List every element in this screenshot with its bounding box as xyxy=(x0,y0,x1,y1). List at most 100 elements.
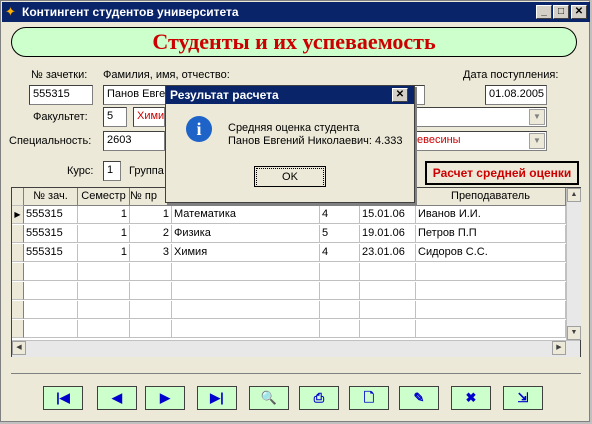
table-cell-subject[interactable] xyxy=(172,320,320,338)
table-cell-date[interactable] xyxy=(360,301,416,319)
specialty-field[interactable]: евесины xyxy=(413,131,547,151)
table-cell-sem[interactable] xyxy=(78,282,130,300)
course-field[interactable]: 1 xyxy=(103,161,121,181)
table-cell-num[interactable] xyxy=(130,263,172,281)
dialog-title-bar[interactable]: Результат расчета ✕ xyxy=(166,86,414,104)
close-button[interactable]: ✕ xyxy=(571,5,587,19)
table-cell-subject[interactable]: Химия xyxy=(172,244,320,262)
table-cell-grade[interactable] xyxy=(320,320,360,338)
table-cell-teacher[interactable] xyxy=(416,301,566,319)
table-cell-sem[interactable] xyxy=(78,263,130,281)
grades-table[interactable]: № зач. Семестр № пр Преподаватель ▶ 55531… xyxy=(11,187,581,357)
table-cell-zach[interactable] xyxy=(24,320,78,338)
faculty-code-field[interactable]: 5 xyxy=(103,107,127,127)
column-header-zach[interactable]: № зач. xyxy=(24,188,78,206)
course-label: Курс: xyxy=(67,165,94,177)
table-cell-zach[interactable]: 555315 xyxy=(24,225,78,243)
title-bar[interactable]: ✦ Контингент студентов университета _ □ … xyxy=(2,2,590,22)
table-cell-teacher[interactable] xyxy=(416,282,566,300)
minimize-button[interactable]: _ xyxy=(536,5,552,19)
faculty-dropdown-arrow-icon[interactable]: ▼ xyxy=(529,109,545,125)
search-icon: 🔍 xyxy=(260,390,278,405)
record-label: № зачетки: xyxy=(31,69,88,81)
table-cell-num[interactable] xyxy=(130,301,172,319)
table-cell-subject[interactable] xyxy=(172,263,320,281)
table-cell-teacher[interactable]: Иванов И.И. xyxy=(416,206,566,224)
table-cell-sem[interactable] xyxy=(78,320,130,338)
row-indicator[interactable] xyxy=(12,263,24,281)
table-cell-sem[interactable]: 1 xyxy=(78,206,130,224)
print-icon: ⎙ xyxy=(313,390,325,405)
table-cell-subject[interactable] xyxy=(172,301,320,319)
table-cell-sem[interactable]: 1 xyxy=(78,225,130,243)
table-cell-grade[interactable] xyxy=(320,301,360,319)
table-cell-grade[interactable]: 4 xyxy=(320,206,360,224)
last-record-button[interactable]: ▶| xyxy=(197,386,237,410)
row-indicator[interactable] xyxy=(12,225,24,243)
table-cell-zach[interactable]: 555315 xyxy=(24,206,78,224)
calc-average-button[interactable]: Расчет средней оценки xyxy=(425,161,579,185)
table-cell-teacher[interactable] xyxy=(416,320,566,338)
table-cell-subject[interactable] xyxy=(172,282,320,300)
scroll-down-icon[interactable]: ▼ xyxy=(567,326,581,340)
table-cell-date[interactable] xyxy=(360,263,416,281)
table-cell-zach[interactable] xyxy=(24,282,78,300)
ok-button[interactable]: OK xyxy=(254,166,326,187)
table-cell-subject[interactable]: Математика xyxy=(172,206,320,224)
horizontal-scrollbar[interactable]: ◀ ▶ xyxy=(12,340,580,357)
table-cell-date[interactable] xyxy=(360,282,416,300)
table-cell-subject[interactable]: Физика xyxy=(172,225,320,243)
table-cell-grade[interactable]: 5 xyxy=(320,225,360,243)
next-record-button[interactable]: ▶ xyxy=(145,386,185,410)
table-cell-grade[interactable] xyxy=(320,263,360,281)
row-indicator[interactable] xyxy=(12,282,24,300)
name-field[interactable]: Панов Евге xyxy=(103,85,167,105)
table-cell-teacher[interactable]: Петров П.П xyxy=(416,225,566,243)
edit-button[interactable]: ✎ xyxy=(399,386,439,410)
table-cell-date[interactable]: 19.01.06 xyxy=(360,225,416,243)
faculty-field[interactable]: Хими xyxy=(133,107,165,127)
search-button[interactable]: 🔍 xyxy=(249,386,289,410)
table-cell-zach[interactable]: 555315 xyxy=(24,244,78,262)
dialog-close-button[interactable]: ✕ xyxy=(392,88,408,102)
table-cell-num[interactable]: 2 xyxy=(130,225,172,243)
table-cell-sem[interactable] xyxy=(78,301,130,319)
previous-record-button[interactable]: ◀ xyxy=(97,386,137,410)
specialty-dropdown-arrow-icon[interactable]: ▼ xyxy=(529,133,545,149)
table-cell-zach[interactable] xyxy=(24,263,78,281)
record-field[interactable]: 555315 xyxy=(29,85,93,105)
table-cell-num[interactable]: 1 xyxy=(130,206,172,224)
faculty-field-tail[interactable] xyxy=(413,107,547,127)
exit-button[interactable]: ⇲ xyxy=(503,386,543,410)
scroll-left-icon[interactable]: ◀ xyxy=(12,341,26,355)
new-record-button[interactable]: 🗋 xyxy=(349,386,389,410)
table-cell-sem[interactable]: 1 xyxy=(78,244,130,262)
table-cell-grade[interactable]: 4 xyxy=(320,244,360,262)
specialty-code-field[interactable]: 2603 xyxy=(103,131,165,151)
scroll-right-icon[interactable]: ▶ xyxy=(552,341,566,355)
row-indicator[interactable]: ▶ xyxy=(12,206,24,224)
row-indicator[interactable] xyxy=(12,301,24,319)
row-indicator[interactable] xyxy=(12,244,24,262)
print-button[interactable]: ⎙ xyxy=(299,386,339,410)
window-title: Контингент студентов университета xyxy=(22,5,239,19)
delete-button[interactable]: ✖ xyxy=(451,386,491,410)
scroll-up-icon[interactable]: ▲ xyxy=(567,188,581,202)
table-cell-num[interactable]: 3 xyxy=(130,244,172,262)
table-cell-date[interactable]: 23.01.06 xyxy=(360,244,416,262)
date-field[interactable]: 01.08.2005 xyxy=(485,85,547,105)
table-cell-teacher[interactable] xyxy=(416,263,566,281)
table-cell-num[interactable] xyxy=(130,282,172,300)
maximize-button[interactable]: □ xyxy=(553,5,569,19)
table-cell-num[interactable] xyxy=(130,320,172,338)
table-cell-teacher[interactable]: Сидоров С.С. xyxy=(416,244,566,262)
table-cell-date[interactable]: 15.01.06 xyxy=(360,206,416,224)
table-cell-date[interactable] xyxy=(360,320,416,338)
table-cell-grade[interactable] xyxy=(320,282,360,300)
vertical-scrollbar[interactable]: ▲ ▼ xyxy=(566,188,581,340)
column-header-teacher[interactable]: Преподаватель xyxy=(416,188,566,206)
first-record-button[interactable]: |◀ xyxy=(43,386,83,410)
column-header-semester[interactable]: Семестр xyxy=(78,188,130,206)
row-indicator[interactable] xyxy=(12,320,24,338)
table-cell-zach[interactable] xyxy=(24,301,78,319)
